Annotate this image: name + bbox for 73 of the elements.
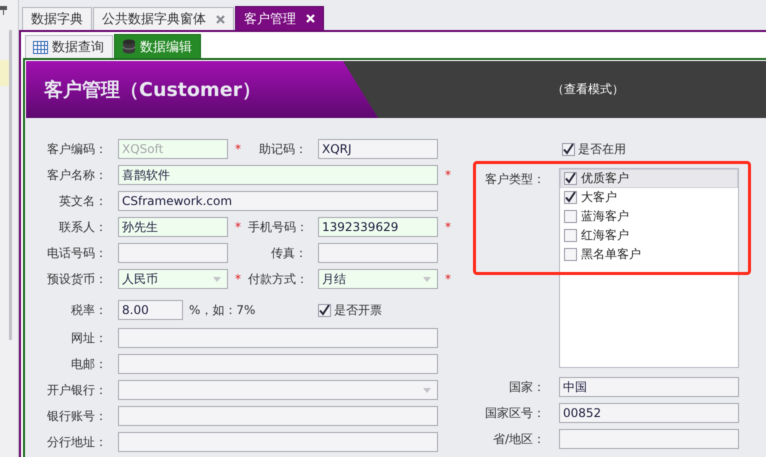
- dropdown-arrow-icon[interactable]: [423, 388, 431, 392]
- field-label: 电邮：: [70, 356, 107, 372]
- dropdown-field[interactable]: [118, 380, 438, 400]
- field-label: 传真：: [270, 244, 307, 262]
- required-mark: *: [445, 220, 451, 234]
- field-label: 客户名称：: [46, 166, 107, 184]
- input-field[interactable]: CSframework.com: [118, 191, 438, 211]
- dropdown-field[interactable]: 月结: [318, 269, 438, 289]
- scrollbar[interactable]: [9, 30, 12, 340]
- form-title: 客户管理（Customer）: [44, 78, 261, 102]
- checkbox[interactable]: [564, 229, 577, 242]
- database-icon: [122, 39, 136, 54]
- field-label: 付款方式：: [248, 270, 307, 288]
- list-item[interactable]: 红海客户: [560, 226, 738, 245]
- field-label: 电话号码：: [46, 244, 107, 262]
- required-mark: *: [235, 220, 241, 234]
- document-tab[interactable]: 公共数据字典窗体: [93, 7, 234, 30]
- grid-icon: [33, 40, 48, 54]
- input-field[interactable]: [118, 243, 228, 263]
- input-field[interactable]: [118, 406, 438, 426]
- list-item[interactable]: 大客户: [560, 188, 738, 207]
- pin-icon[interactable]: [0, 6, 7, 15]
- dropdown-arrow-icon[interactable]: [213, 276, 221, 282]
- dropdown-field[interactable]: 人民币: [118, 269, 228, 289]
- field-label: 开户银行：: [46, 382, 107, 398]
- input-field[interactable]: [318, 243, 438, 263]
- checkbox[interactable]: [564, 172, 577, 185]
- document-tab[interactable]: 客户管理: [235, 6, 324, 30]
- input-field[interactable]: 8.00: [118, 300, 183, 320]
- field-label: 银行账号：: [46, 408, 107, 424]
- checkbox-label[interactable]: 是否开票: [334, 302, 382, 318]
- input-field[interactable]: 孙先生: [118, 217, 228, 237]
- field-label: 税率：: [70, 302, 107, 318]
- required-mark: *: [235, 272, 241, 286]
- view-tab[interactable]: 数据编辑: [114, 34, 201, 58]
- field-label: 客户类型：: [484, 171, 545, 188]
- mode-label: （查看模式）: [552, 81, 624, 98]
- field-label: 助记码：: [258, 140, 307, 158]
- required-mark: *: [235, 142, 241, 156]
- input-field[interactable]: [118, 432, 438, 452]
- input-field[interactable]: [118, 328, 438, 348]
- input-field[interactable]: 喜鹊软件: [118, 165, 438, 185]
- document-tab[interactable]: 数据字典: [22, 7, 92, 30]
- checkbox-label[interactable]: 是否在用: [578, 140, 626, 158]
- required-mark: *: [445, 168, 451, 182]
- input-field[interactable]: [118, 354, 438, 374]
- field-label: 国家区号：: [484, 404, 545, 422]
- hint-text: %，如：7%: [189, 302, 256, 318]
- checkbox[interactable]: [318, 304, 331, 316]
- list-item[interactable]: 优质客户: [560, 169, 738, 188]
- checkbox[interactable]: [564, 191, 577, 204]
- view-tab[interactable]: 数据查询: [25, 35, 113, 58]
- input-field[interactable]: 1392339629: [318, 217, 438, 237]
- input-field[interactable]: 00852: [559, 403, 739, 423]
- checkbox[interactable]: [564, 210, 577, 223]
- field-label: 国家：: [508, 378, 545, 396]
- field-label: 英文名：: [58, 192, 107, 210]
- input-field[interactable]: 中国: [559, 377, 739, 397]
- field-label: 客户编码：: [46, 140, 107, 158]
- required-mark: *: [445, 272, 451, 286]
- input-field[interactable]: XQRJ: [318, 139, 438, 159]
- list-item[interactable]: 蓝海客户: [560, 207, 738, 226]
- checkbox[interactable]: [564, 248, 577, 261]
- checkbox[interactable]: [562, 142, 575, 156]
- list-item[interactable]: 黑名单客户: [560, 245, 738, 264]
- field-label: 分行地址：: [46, 434, 107, 450]
- field-label: 省/地区：: [492, 430, 545, 448]
- field-label: 联系人：: [58, 218, 107, 236]
- field-label: 预设货币：: [46, 270, 107, 288]
- input-field[interactable]: [559, 429, 739, 449]
- field-label: 手机号码：: [248, 218, 307, 236]
- field-label: 网址：: [70, 330, 107, 346]
- dropdown-arrow-icon[interactable]: [423, 276, 431, 282]
